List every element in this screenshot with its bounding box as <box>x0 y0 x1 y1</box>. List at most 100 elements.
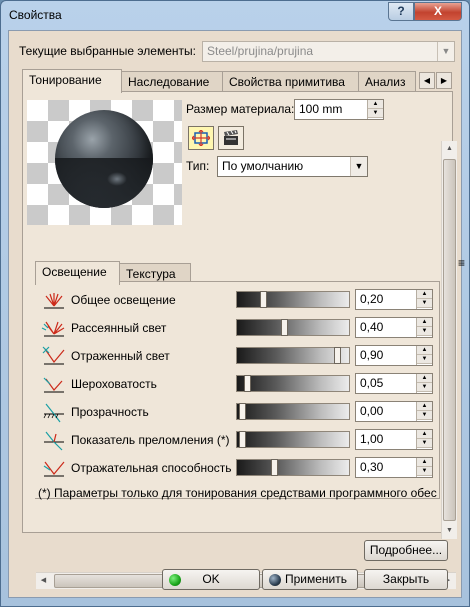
lighting-panel: Общее освещение 0,20 ▲ ▼ Рассеянный свет 0,40… <box>35 281 440 499</box>
title-bar[interactable]: Свойства ? X <box>1 1 469 31</box>
tab-rendering[interactable]: Тонирование <box>22 69 122 93</box>
lighting-param-slider[interactable] <box>236 347 350 364</box>
lighting-param-spinner[interactable]: ▲ ▼ <box>416 430 432 449</box>
transparency-icon <box>43 403 64 423</box>
vertical-scroll-thumb[interactable]: ≡ <box>443 159 465 521</box>
scroll-down-icon[interactable]: ▼ <box>442 523 457 539</box>
material-size-value: 100 mm <box>299 102 343 116</box>
lighting-param-value: 0,90 <box>360 348 384 362</box>
lighting-param-field[interactable]: 0,90 ▲ ▼ <box>355 345 433 366</box>
lighting-param-value: 0,20 <box>360 292 384 306</box>
slider-thumb[interactable] <box>239 403 246 420</box>
lighting-param-row: Общее освещение 0,20 ▲ ▼ <box>40 288 440 312</box>
material-size-label: Размер материала: <box>186 102 295 116</box>
lighting-param-label: Показатель преломления (*) <box>71 433 230 447</box>
tab-primitive-properties[interactable]: Свойства примитива <box>222 71 359 92</box>
scroll-up-icon[interactable]: ▲ <box>442 141 457 157</box>
tab-scroll-left-icon[interactable]: ◀ <box>419 72 435 89</box>
more-button[interactable]: Подробнее... <box>364 540 448 561</box>
lighting-param-field[interactable]: 0,00 ▲ ▼ <box>355 401 433 422</box>
lighting-param-spinner[interactable]: ▲ ▼ <box>416 346 432 365</box>
close-button[interactable]: Закрыть <box>364 569 448 590</box>
roughness-icon <box>43 377 64 393</box>
apply-indicator-icon <box>269 574 281 586</box>
chevron-down-icon[interactable]: ▼ <box>350 157 367 176</box>
lighting-param-spinner[interactable]: ▲ ▼ <box>416 318 432 337</box>
lighting-param-slider[interactable] <box>236 375 350 392</box>
lighting-param-field[interactable]: 0,30 ▲ ▼ <box>355 457 433 478</box>
slider-thumb[interactable] <box>334 347 341 364</box>
diffuse-light-icon <box>41 321 65 337</box>
chevron-down-icon: ▼ <box>437 42 454 61</box>
slider-thumb[interactable] <box>239 431 246 448</box>
lighting-param-value: 0,40 <box>360 320 384 334</box>
lighting-param-field[interactable]: 1,00 ▲ ▼ <box>355 429 433 450</box>
lighting-param-value: 0,00 <box>360 404 384 418</box>
lighting-param-value: 0,05 <box>360 376 384 390</box>
vertical-scrollbar[interactable]: ▲ ≡ ▼ <box>441 141 465 539</box>
ok-label: OK <box>202 572 220 586</box>
fit-mapping-icon <box>192 130 210 146</box>
material-size-field[interactable]: 100 mm ▲ ▼ <box>294 99 384 120</box>
type-label: Тип: <box>186 159 210 173</box>
ambient-light-icon <box>44 293 64 309</box>
lighting-param-row: Показатель преломления (*) 1,00 ▲ ▼ <box>40 428 440 452</box>
lighting-param-row: Шероховатость 0,05 ▲ ▼ <box>40 372 440 396</box>
help-button[interactable]: ? <box>388 2 414 21</box>
lighting-param-row: Рассеянный свет 0,40 ▲ ▼ <box>40 316 440 340</box>
dialog-client-area: Текущие выбранные элементы: Steel/prujin… <box>8 30 465 598</box>
slider-thumb[interactable] <box>244 375 251 392</box>
lighting-param-spinner[interactable]: ▲ ▼ <box>416 458 432 477</box>
lighting-param-field[interactable]: 0,20 ▲ ▼ <box>355 289 433 310</box>
lighting-param-row: Прозрачность 0,00 ▲ ▼ <box>40 400 440 424</box>
lighting-param-value: 0,30 <box>360 460 384 474</box>
tab-lighting[interactable]: Освещение <box>35 261 120 285</box>
apply-button[interactable]: Применить <box>262 569 358 590</box>
lighting-param-slider[interactable] <box>236 319 350 336</box>
lighting-param-spinner[interactable]: ▲ ▼ <box>416 374 432 393</box>
material-preview <box>27 100 182 225</box>
lighting-param-value: 1,00 <box>360 432 384 446</box>
lighting-param-slider[interactable] <box>236 431 350 448</box>
rendering-panel: Размер материала: 100 mm ▲ ▼ Тип: По умо… <box>22 91 465 589</box>
close-window-button[interactable]: X <box>414 2 462 21</box>
software-rendering-note: (*) Параметры только для тонирования сре… <box>38 486 437 500</box>
lighting-tabs: Освещение Текстура <box>35 261 455 285</box>
lighting-param-field[interactable]: 0,05 ▲ ▼ <box>355 373 433 394</box>
lighting-param-label: Рассеянный свет <box>71 321 167 335</box>
specular-light-icon <box>42 346 65 365</box>
slider-thumb[interactable] <box>271 459 278 476</box>
selection-label: Текущие выбранные элементы: <box>19 44 196 58</box>
ok-indicator-icon <box>169 574 181 586</box>
ok-button[interactable]: OK <box>162 569 260 590</box>
tab-scroll-right-icon[interactable]: ▶ <box>436 72 452 89</box>
lighting-param-label: Прозрачность <box>71 405 149 419</box>
apply-label: Применить <box>284 572 347 586</box>
material-size-spinner[interactable]: ▲ ▼ <box>367 100 383 119</box>
scroll-left-icon[interactable]: ◀ <box>36 573 51 589</box>
fit-mapping-button[interactable] <box>188 126 214 150</box>
lighting-param-field[interactable]: 0,40 ▲ ▼ <box>355 317 433 338</box>
lighting-param-row: Отраженный свет 0,90 ▲ ▼ <box>40 344 440 368</box>
lighting-param-slider[interactable] <box>236 459 350 476</box>
reflectivity-icon <box>43 461 65 477</box>
lighting-param-spinner[interactable]: ▲ ▼ <box>416 402 432 421</box>
tab-inheritance[interactable]: Наследование <box>121 71 223 92</box>
tab-analysis[interactable]: Анализ <box>358 71 416 92</box>
selection-value: Steel/prujina/prujina <box>207 44 314 58</box>
main-tabs: Тонирование Наследование Свойства примит… <box>22 69 452 93</box>
clapperboard-button[interactable] <box>218 126 244 150</box>
lighting-param-label: Отраженный свет <box>71 349 170 363</box>
lighting-param-spinner[interactable]: ▲ ▼ <box>416 290 432 309</box>
clapperboard-icon <box>224 130 238 145</box>
window-title: Свойства <box>9 8 62 22</box>
slider-thumb[interactable] <box>260 291 267 308</box>
type-value: По умолчанию <box>222 159 304 173</box>
material-sphere <box>55 110 153 208</box>
lighting-param-label: Общее освещение <box>71 293 176 307</box>
lighting-param-slider[interactable] <box>236 403 350 420</box>
refraction-index-icon <box>44 431 64 451</box>
lighting-param-slider[interactable] <box>236 291 350 308</box>
type-select[interactable]: По умолчанию ▼ <box>217 156 368 177</box>
slider-thumb[interactable] <box>281 319 288 336</box>
